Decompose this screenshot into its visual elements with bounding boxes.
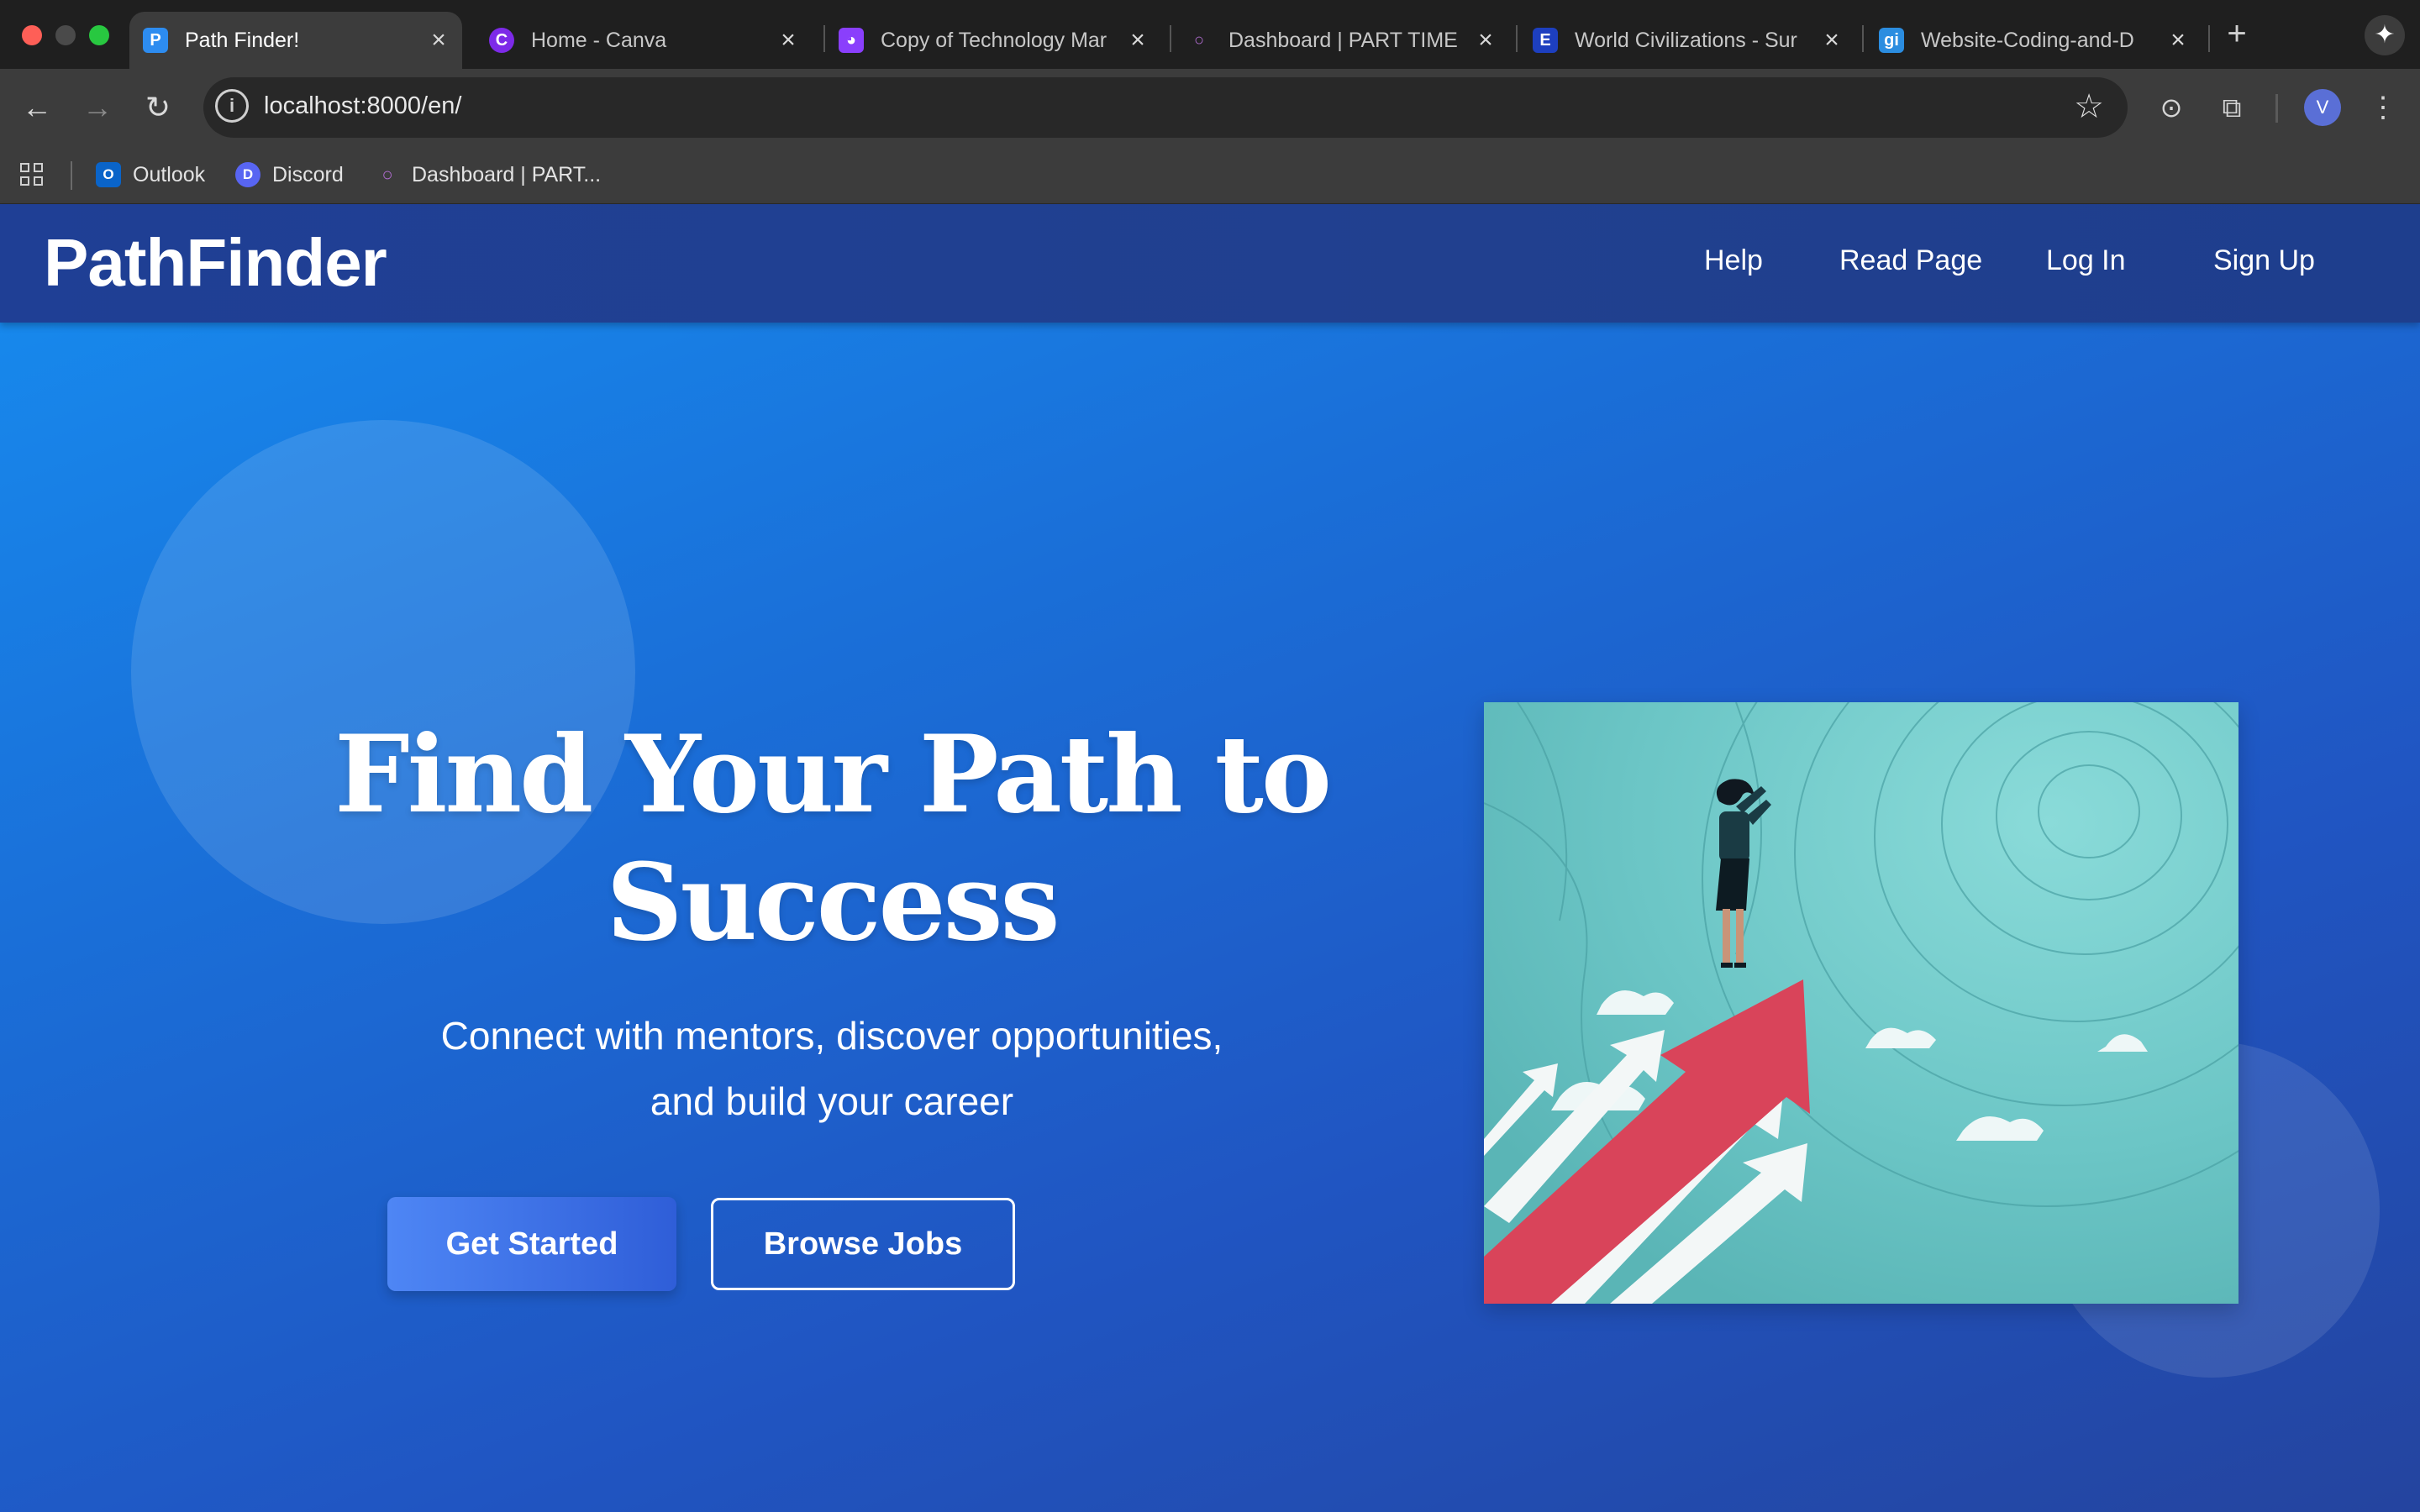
browser-tab-world-civilizations[interactable]: E World Civilizations - Sur × [1519, 12, 1855, 69]
window-minimize-button[interactable] [55, 25, 76, 45]
hero-title: Find Your Path to Success [319, 711, 1344, 966]
screenshot-lens-icon[interactable]: ⊙ [2153, 89, 2190, 126]
browser-tab-canva[interactable]: C Home - Canva × [476, 12, 812, 69]
tab-close-icon[interactable]: × [2161, 26, 2195, 55]
site-logo[interactable]: PathFinder [44, 224, 387, 302]
bookmark-discord[interactable]: D Discord [235, 158, 344, 192]
tab-close-icon[interactable]: × [422, 26, 455, 55]
nav-help-link[interactable]: Help [1704, 244, 1763, 277]
hero-section: Find Your Path to Success Connect with m… [0, 323, 2420, 1512]
nav-read-page-link[interactable]: Read Page [1839, 244, 1982, 277]
window-zoom-button[interactable] [89, 25, 109, 45]
site-info-icon[interactable]: i [215, 89, 249, 123]
browser-tab-technology[interactable]: ◕ Copy of Technology Mar × [825, 12, 1161, 69]
tab-close-icon[interactable]: × [771, 26, 805, 55]
get-started-button[interactable]: Get Started [387, 1197, 676, 1291]
window-close-button[interactable] [22, 25, 42, 45]
tab-separator [2208, 25, 2210, 52]
hero-subtitle-line1: Connect with mentors, discover opportuni… [440, 1014, 1223, 1058]
tab-title: World Civilizations - Sur [1575, 28, 1797, 52]
balloon-icon: ○ [381, 164, 393, 185]
nav-sign-up-link[interactable]: Sign Up [2213, 244, 2315, 277]
browser-tab-pathfinder[interactable]: P Path Finder! × [129, 12, 462, 69]
toolbar-divider [2275, 94, 2278, 123]
bookmark-dashboard[interactable]: ○ Dashboard | PART... [375, 158, 601, 192]
address-url[interactable]: localhost:8000/en/ [264, 92, 461, 120]
bookmark-label: Outlook [133, 162, 206, 186]
outlook-icon: O [96, 162, 121, 187]
browse-jobs-button[interactable]: Browse Jobs [711, 1198, 1015, 1290]
apps-grid-icon[interactable] [20, 163, 45, 188]
bookmark-outlook[interactable]: O Outlook [96, 158, 205, 192]
back-arrow-icon[interactable]: ← [17, 87, 57, 128]
hero-subtitle-line2: and build your career [650, 1079, 1014, 1123]
browser-tab-dashboard[interactable]: ○ Dashboard | PART TIME × [1173, 12, 1509, 69]
new-tab-plus-icon[interactable]: + [2218, 15, 2255, 52]
tab-title: Home - Canva [531, 28, 667, 52]
reading-search-icon[interactable]: ⧉ [2213, 89, 2250, 126]
tab-separator [1170, 25, 1171, 52]
hero-title-line1: Find Your Path to [334, 712, 1332, 837]
tab-title: Website-Coding-and-D [1921, 28, 2134, 52]
browser-tab-website-coding[interactable]: gi Website-Coding-and-D × [1865, 12, 2202, 69]
bookmarks-divider [71, 161, 72, 190]
tab-close-icon[interactable]: × [1469, 26, 1502, 55]
tab-separator [1516, 25, 1518, 52]
tab-close-icon[interactable]: × [1815, 26, 1849, 55]
gemini-sparkle-icon[interactable]: ✦ [2365, 15, 2405, 55]
pathfinder-favicon-icon: P [143, 28, 168, 53]
nav-log-in-link[interactable]: Log In [2046, 244, 2126, 277]
bookmark-star-icon[interactable]: ☆ [2074, 87, 2104, 126]
slides-favicon-icon: ◕ [839, 28, 864, 53]
browser-toolbar: ← → ↻ i localhost:8000/en/ ☆ ⊙ ⧉ V ⋮ [0, 69, 2420, 146]
canva-favicon-icon: C [489, 28, 514, 53]
balloon-favicon-icon: ○ [1193, 30, 1205, 50]
bookmark-label: Dashboard | PART... [412, 162, 602, 186]
tab-title: Copy of Technology Mar [881, 28, 1107, 52]
tab-title: Dashboard | PART TIME [1228, 28, 1458, 52]
browser-tab-bar: P Path Finder! × C Home - Canva × ◕ Copy… [0, 0, 2420, 69]
address-bar[interactable]: i localhost:8000/en/ ☆ [203, 77, 2128, 138]
hero-subtitle: Connect with mentors, discover opportuni… [370, 1003, 1294, 1134]
reload-icon[interactable]: ↻ [138, 87, 178, 128]
github-favicon-icon: gi [1879, 28, 1904, 53]
edpuzzle-favicon-icon: E [1533, 28, 1558, 53]
site-header: PathFinder Help Read Page Log In Sign Up [0, 204, 2420, 323]
bookmark-label: Discord [272, 162, 344, 186]
bookmarks-bar: O Outlook D Discord ○ Dashboard | PART..… [0, 146, 2420, 205]
browser-menu-icon[interactable]: ⋮ [2368, 89, 2398, 126]
tab-title: Path Finder! [185, 28, 300, 52]
profile-avatar[interactable]: V [2304, 89, 2341, 126]
tab-separator [1862, 25, 1864, 52]
tab-close-icon[interactable]: × [1121, 26, 1155, 55]
forward-arrow-icon[interactable]: → [77, 87, 118, 128]
hero-title-line2: Success [606, 840, 1060, 964]
discord-icon: D [235, 162, 260, 187]
hero-illustration [1484, 702, 2238, 1304]
